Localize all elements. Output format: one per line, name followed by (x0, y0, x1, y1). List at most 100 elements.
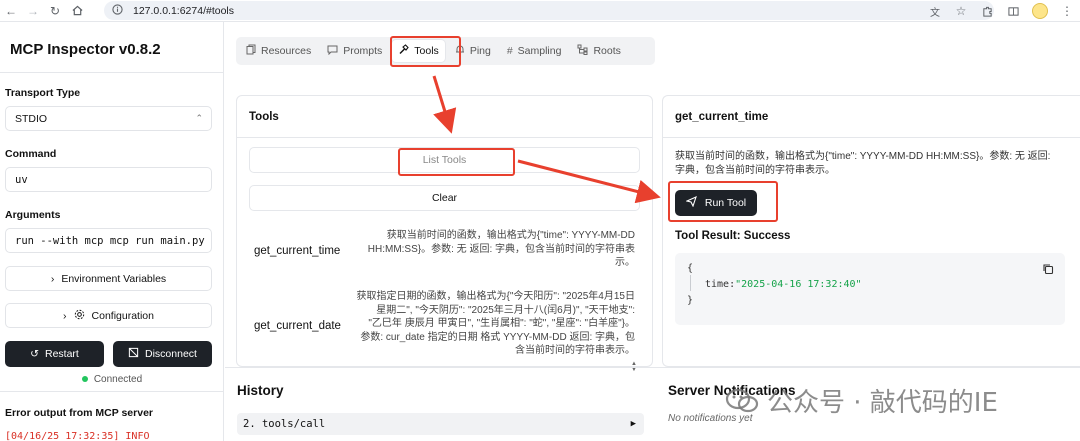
back-icon[interactable]: ← (0, 0, 22, 22)
desc-line: 获取当前时间的函数，输出格式为{"time": YYYY-MM-DD (386, 230, 635, 241)
status-dot (81, 376, 88, 383)
tab-label: Sampling (517, 45, 562, 57)
gear-icon (74, 309, 85, 323)
desc-line: 获取当前时间的函数，输出格式为{"time": YYYY-MM-DD HH:MM… (675, 151, 1051, 162)
annotation-box-list-tools (398, 148, 515, 176)
chevron-right-icon: › (50, 272, 55, 285)
watermark-text: 公众号 · 敲代码的IE (767, 388, 998, 418)
restart-icon: ↺ (30, 348, 39, 360)
site-info-icon[interactable] (112, 3, 123, 18)
tab-label: Resources (261, 45, 312, 57)
history-item[interactable]: 2. tools/call ▶ (237, 413, 644, 435)
expand-triangle-icon[interactable]: ▶ (631, 419, 636, 429)
clear-label: Clear (431, 192, 458, 204)
unplug-icon (128, 347, 139, 361)
main-area: Resources Prompts Tools Ping # Sampling … (225, 22, 1080, 441)
profile-avatar[interactable] (1032, 3, 1048, 19)
configuration-label: Configuration (91, 309, 154, 322)
env-variables-button[interactable]: › Environment Variables (5, 266, 212, 291)
arguments-input[interactable]: run --with mcp mcp run main.py (5, 228, 212, 253)
files-icon (246, 44, 256, 58)
app-title: MCP Inspector v0.8.2 (10, 41, 161, 58)
desc-line: 参数: cur_date 指定的日期 格式 YYYY-MM-DD 返回: 字典，… (360, 331, 635, 343)
more-menu-icon[interactable]: ⋮ (1054, 0, 1080, 22)
tool-result-title: Tool Result: Success (675, 230, 791, 242)
desc-line: 字典，包含当前时间的字符串表示。 (675, 165, 835, 176)
chevron-right-icon: › (63, 309, 67, 322)
tool-detail-description: 获取当前时间的函数，输出格式为{"time": YYYY-MM-DD HH:MM… (675, 150, 1070, 178)
json-value: "2025-04-16 17:32:40" (735, 279, 862, 290)
extensions-icon[interactable] (974, 0, 1000, 22)
tool-detail-title: get_current_time (675, 111, 769, 123)
desc-line: 含当前时间的字符串表示。 (515, 345, 635, 356)
wechat-logo-icon (725, 388, 759, 412)
command-input[interactable]: uv (5, 167, 212, 192)
bottom-divider (225, 367, 1080, 368)
url-text: 127.0.0.1:6274/#tools (133, 4, 235, 17)
transport-value: STDIO (15, 112, 48, 125)
tab-label: Prompts (343, 45, 383, 57)
forward-icon[interactable]: → (22, 0, 44, 22)
tab-prompts[interactable]: Prompts (321, 40, 388, 62)
sidebar-divider (0, 391, 224, 392)
tool-result-json: { time:"2025-04-16 17:32:40" } (675, 253, 1065, 325)
annotation-box-tools-tab (390, 36, 461, 67)
bookmark-star-icon[interactable]: ☆ (948, 0, 974, 22)
desc-line: HH:MM:SS}。参数: 无 返回: 字典，包含当前时间的字符串表 (367, 243, 635, 255)
split-view-icon[interactable] (1000, 0, 1026, 22)
command-value: uv (15, 173, 28, 186)
select-chevron-icon: ⌃ (195, 113, 203, 123)
command-label: Command (5, 148, 57, 160)
tools-card-title: Tools (249, 111, 279, 123)
restart-label: Restart (44, 348, 79, 360)
desc-line: "乙巳年 庚辰月 甲寅日", "生肖属相": "蛇", "星座": "白羊座"}… (368, 318, 635, 329)
address-bar[interactable]: 127.0.0.1:6274/#tools (104, 1, 994, 20)
json-close-brace: } (687, 295, 694, 306)
translate-icon[interactable]: 文 (922, 0, 948, 22)
home-icon[interactable] (66, 0, 88, 22)
tab-sampling[interactable]: # Sampling (501, 40, 568, 62)
json-key: time: (705, 279, 736, 290)
history-item-label: 2. tools/call (243, 418, 326, 430)
arguments-label: Arguments (5, 209, 61, 221)
restart-button[interactable]: ↺ Restart (5, 341, 104, 367)
card-divider (237, 137, 652, 138)
reload-icon[interactable]: ↻ (44, 0, 66, 22)
tool-item-name[interactable]: get_current_time (254, 245, 340, 257)
disconnect-button[interactable]: Disconnect (113, 341, 212, 367)
tool-item-description: 获取指定日期的函数，输出格式为{"今天阳历": "2025年4月15日 星期二"… (349, 290, 635, 358)
clear-button[interactable]: Clear (249, 185, 640, 211)
tool-item-name[interactable]: get_current_date (254, 320, 341, 332)
tree-icon (577, 44, 588, 58)
card-divider (663, 137, 1080, 138)
chat-icon (327, 45, 338, 58)
tools-card: Tools List Tools Clear get_current_time … (236, 95, 653, 367)
desc-line: 获取指定日期的函数，输出格式为{"今天阳历": "2025年4月15日 (356, 291, 635, 302)
disconnect-label: Disconnect (145, 348, 197, 360)
env-variables-label: Environment Variables (61, 272, 167, 285)
arguments-value: run --with mcp mcp run main.py (15, 234, 205, 247)
browser-actions: 文 ☆ ⋮ (922, 0, 1080, 22)
desc-line: 星期二", "今天阴历": "2025年三月十八(闰6月)", "天干地支": (376, 304, 635, 316)
history-title: History (237, 383, 284, 398)
hash-icon: # (506, 45, 513, 57)
json-open-brace: { (687, 263, 694, 274)
transport-select[interactable]: STDIO ⌃ (5, 106, 212, 131)
transport-label: Transport Type (5, 87, 81, 99)
connection-status: Connected (0, 374, 224, 385)
error-output-title: Error output from MCP server (5, 407, 153, 419)
error-output-line: [04/16/25 17:32:35] INFO (5, 431, 150, 441)
copy-icon[interactable] (1042, 263, 1054, 275)
tab-label: Roots (593, 45, 621, 57)
configuration-button[interactable]: › Configuration (5, 303, 212, 328)
sidebar: MCP Inspector v0.8.2 Transport Type STDI… (0, 22, 224, 441)
watermark: 公众号 · 敲代码的IE (725, 382, 998, 419)
sidebar-divider (0, 72, 224, 73)
desc-line: 示。 (615, 257, 635, 268)
annotation-box-run-tool (668, 181, 778, 222)
tab-label: Ping (469, 45, 491, 57)
tab-resources[interactable]: Resources (240, 40, 317, 62)
tab-roots[interactable]: Roots (571, 40, 626, 62)
json-indent-guide (690, 275, 691, 291)
tool-detail-card: get_current_time 获取当前时间的函数，输出格式为{"time":… (662, 95, 1080, 367)
